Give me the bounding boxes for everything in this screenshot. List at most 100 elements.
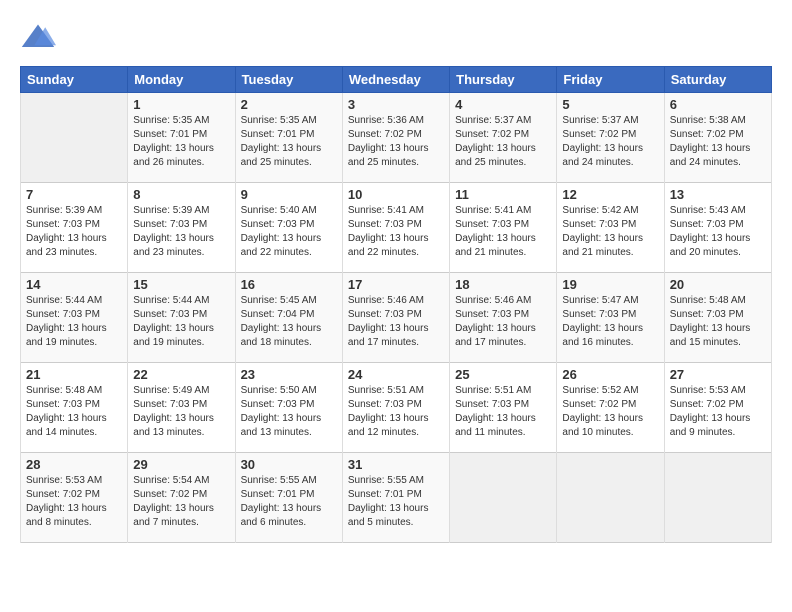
day-info: Sunrise: 5:38 AM Sunset: 7:02 PM Dayligh… (670, 114, 766, 170)
calendar-cell: 5 Sunrise: 5:37 AM Sunset: 7:02 PM Daylig… (557, 93, 664, 183)
calendar-cell: 29 Sunrise: 5:54 AM Sunset: 7:02 PM Dayli… (128, 453, 235, 543)
day-info: Sunrise: 5:51 AM Sunset: 7:03 PM Dayligh… (348, 384, 444, 440)
calendar-cell: 6 Sunrise: 5:38 AM Sunset: 7:02 PM Daylig… (664, 93, 771, 183)
day-info: Sunrise: 5:55 AM Sunset: 7:01 PM Dayligh… (348, 474, 444, 530)
day-number: 21 (26, 367, 122, 382)
day-info: Sunrise: 5:52 AM Sunset: 7:02 PM Dayligh… (562, 384, 658, 440)
day-number: 11 (455, 187, 551, 202)
day-number: 13 (670, 187, 766, 202)
day-info: Sunrise: 5:49 AM Sunset: 7:03 PM Dayligh… (133, 384, 229, 440)
calendar-cell: 8 Sunrise: 5:39 AM Sunset: 7:03 PM Daylig… (128, 183, 235, 273)
calendar-cell: 2 Sunrise: 5:35 AM Sunset: 7:01 PM Daylig… (235, 93, 342, 183)
day-number: 6 (670, 97, 766, 112)
calendar-cell: 16Sunrise: 5:45 AM Sunset: 7:04 PM Dayli… (235, 273, 342, 363)
day-info: Sunrise: 5:41 AM Sunset: 7:03 PM Dayligh… (348, 204, 444, 260)
main-container: SundayMondayTuesdayWednesdayThursdayFrid… (0, 0, 792, 553)
calendar-cell: 19Sunrise: 5:47 AM Sunset: 7:03 PM Dayli… (557, 273, 664, 363)
day-info: Sunrise: 5:44 AM Sunset: 7:03 PM Dayligh… (133, 294, 229, 350)
day-number: 24 (348, 367, 444, 382)
calendar-cell: 24 Sunrise: 5:51 AM Sunset: 7:03 PM Dayli… (342, 363, 449, 453)
day-number: 1 (133, 97, 229, 112)
day-number: 29 (133, 457, 229, 472)
calendar-cell: 1Sunrise: 5:35 AM Sunset: 7:01 PM Daylig… (128, 93, 235, 183)
day-header-friday: Friday (557, 67, 664, 93)
day-info: Sunrise: 5:46 AM Sunset: 7:03 PM Dayligh… (455, 294, 551, 350)
header-row (20, 16, 772, 56)
calendar-cell (664, 453, 771, 543)
day-number: 14 (26, 277, 122, 292)
calendar-week-4: 21 Sunrise: 5:48 AM Sunset: 7:03 PM Dayli… (21, 363, 772, 453)
calendar-cell: 27 Sunrise: 5:53 AM Sunset: 7:02 PM Dayli… (664, 363, 771, 453)
calendar-week-3: 14 Sunrise: 5:44 AM Sunset: 7:03 PM Dayli… (21, 273, 772, 363)
day-number: 27 (670, 367, 766, 382)
calendar-cell: 21 Sunrise: 5:48 AM Sunset: 7:03 PM Dayli… (21, 363, 128, 453)
day-info: Sunrise: 5:37 AM Sunset: 7:02 PM Dayligh… (455, 114, 551, 170)
day-number: 31 (348, 457, 444, 472)
calendar-cell: 7 Sunrise: 5:39 AM Sunset: 7:03 PM Daylig… (21, 183, 128, 273)
calendar-cell: 31 Sunrise: 5:55 AM Sunset: 7:01 PM Dayli… (342, 453, 449, 543)
day-number: 2 (241, 97, 337, 112)
day-info: Sunrise: 5:53 AM Sunset: 7:02 PM Dayligh… (26, 474, 122, 530)
day-info: Sunrise: 5:37 AM Sunset: 7:02 PM Dayligh… (562, 114, 658, 170)
calendar-cell: 14 Sunrise: 5:44 AM Sunset: 7:03 PM Dayli… (21, 273, 128, 363)
calendar-cell: 17 Sunrise: 5:46 AM Sunset: 7:03 PM Dayli… (342, 273, 449, 363)
day-info: Sunrise: 5:48 AM Sunset: 7:03 PM Dayligh… (26, 384, 122, 440)
day-info: Sunrise: 5:51 AM Sunset: 7:03 PM Dayligh… (455, 384, 551, 440)
calendar-cell: 3 Sunrise: 5:36 AM Sunset: 7:02 PM Daylig… (342, 93, 449, 183)
day-info: Sunrise: 5:46 AM Sunset: 7:03 PM Dayligh… (348, 294, 444, 350)
calendar-week-1: 1 Sunrise: 5:35 AM Sunset: 7:01 PM Daylig… (21, 93, 772, 183)
calendar-cell: 13 Sunrise: 5:43 AM Sunset: 7:03 PM Dayli… (664, 183, 771, 273)
day-number: 20 (670, 277, 766, 292)
calendar-cell: 25 Sunrise: 5:51 AM Sunset: 7:03 PM Dayli… (450, 363, 557, 453)
day-info: Sunrise: 5:35 AM Sunset: 7:01 PM Dayligh… (241, 114, 337, 170)
day-header-sunday: Sunday (21, 67, 128, 93)
calendar-week-2: 7 Sunrise: 5:39 AM Sunset: 7:03 PM Daylig… (21, 183, 772, 273)
day-number: 4 (455, 97, 551, 112)
day-number: 9 (241, 187, 337, 202)
day-header-monday: Monday (128, 67, 235, 93)
day-info: Sunrise: 5:36 AM Sunset: 7:02 PM Dayligh… (348, 114, 444, 170)
day-number: 17 (348, 277, 444, 292)
day-info: Sunrise: 5:43 AM Sunset: 7:03 PM Dayligh… (670, 204, 766, 260)
day-info: Sunrise: 5:50 AM Sunset: 7:03 PM Dayligh… (241, 384, 337, 440)
day-number: 7 (26, 187, 122, 202)
day-number: 23 (241, 367, 337, 382)
day-number: 25 (455, 367, 551, 382)
calendar-cell (21, 93, 128, 183)
calendar-cell: 23 Sunrise: 5:50 AM Sunset: 7:03 PM Dayli… (235, 363, 342, 453)
day-number: 3 (348, 97, 444, 112)
day-header-wednesday: Wednesday (342, 67, 449, 93)
day-number: 19 (562, 277, 658, 292)
calendar-cell: 20 Sunrise: 5:48 AM Sunset: 7:03 PM Dayli… (664, 273, 771, 363)
calendar-cell: 28Sunrise: 5:53 AM Sunset: 7:02 PM Dayli… (21, 453, 128, 543)
day-info: Sunrise: 5:39 AM Sunset: 7:03 PM Dayligh… (26, 204, 122, 260)
logo-icon (20, 20, 56, 56)
day-number: 8 (133, 187, 229, 202)
calendar-cell: 9 Sunrise: 5:40 AM Sunset: 7:03 PM Daylig… (235, 183, 342, 273)
calendar-cell: 18Sunrise: 5:46 AM Sunset: 7:03 PM Dayli… (450, 273, 557, 363)
day-info: Sunrise: 5:53 AM Sunset: 7:02 PM Dayligh… (670, 384, 766, 440)
calendar-table: SundayMondayTuesdayWednesdayThursdayFrid… (20, 66, 772, 543)
day-number: 22 (133, 367, 229, 382)
calendar-cell: 30 Sunrise: 5:55 AM Sunset: 7:01 PM Dayli… (235, 453, 342, 543)
day-info: Sunrise: 5:39 AM Sunset: 7:03 PM Dayligh… (133, 204, 229, 260)
day-number: 15 (133, 277, 229, 292)
day-number: 30 (241, 457, 337, 472)
day-info: Sunrise: 5:54 AM Sunset: 7:02 PM Dayligh… (133, 474, 229, 530)
day-info: Sunrise: 5:55 AM Sunset: 7:01 PM Dayligh… (241, 474, 337, 530)
day-info: Sunrise: 5:41 AM Sunset: 7:03 PM Dayligh… (455, 204, 551, 260)
day-info: Sunrise: 5:40 AM Sunset: 7:03 PM Dayligh… (241, 204, 337, 260)
calendar-cell: 15 Sunrise: 5:44 AM Sunset: 7:03 PM Dayli… (128, 273, 235, 363)
day-info: Sunrise: 5:44 AM Sunset: 7:03 PM Dayligh… (26, 294, 122, 350)
calendar-header-row: SundayMondayTuesdayWednesdayThursdayFrid… (21, 67, 772, 93)
day-number: 5 (562, 97, 658, 112)
day-header-saturday: Saturday (664, 67, 771, 93)
day-number: 10 (348, 187, 444, 202)
calendar-cell (557, 453, 664, 543)
calendar-cell: 22 Sunrise: 5:49 AM Sunset: 7:03 PM Dayli… (128, 363, 235, 453)
day-header-tuesday: Tuesday (235, 67, 342, 93)
day-info: Sunrise: 5:48 AM Sunset: 7:03 PM Dayligh… (670, 294, 766, 350)
calendar-week-5: 28Sunrise: 5:53 AM Sunset: 7:02 PM Dayli… (21, 453, 772, 543)
calendar-cell (450, 453, 557, 543)
calendar-cell: 26Sunrise: 5:52 AM Sunset: 7:02 PM Dayli… (557, 363, 664, 453)
